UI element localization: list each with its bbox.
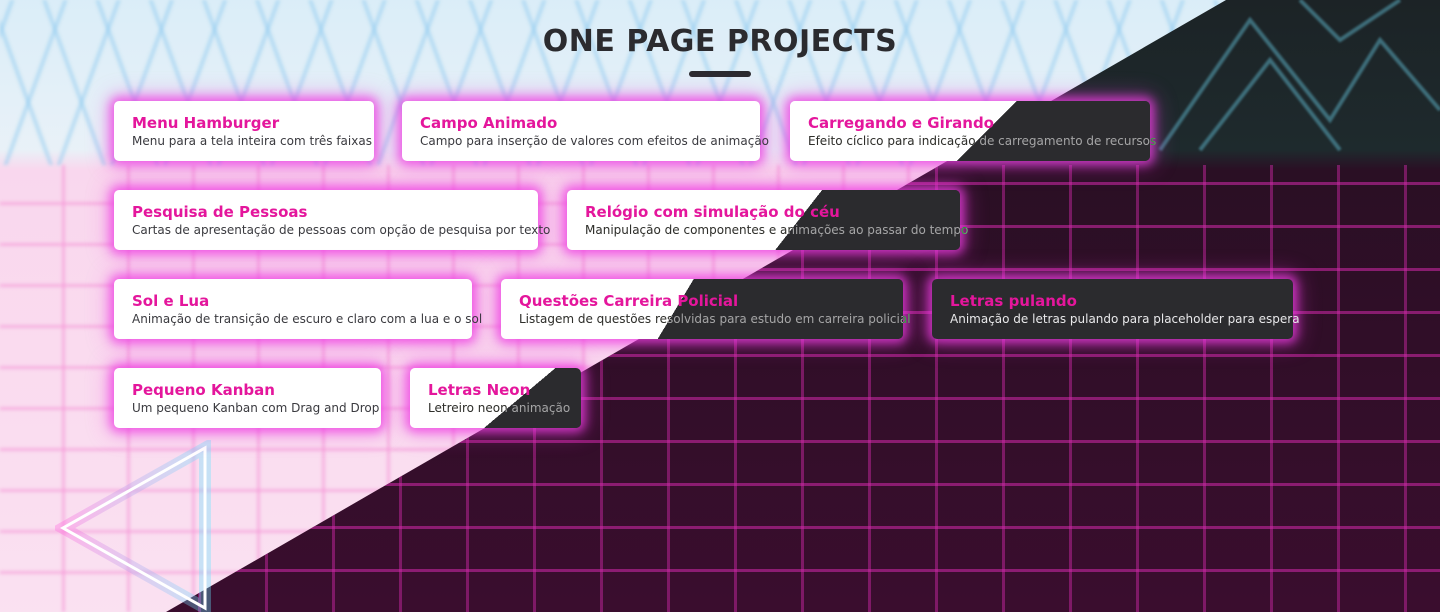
project-card-description: Letreiro neon animação (428, 401, 571, 415)
page-header: ONE PAGE PROJECTS (0, 24, 1440, 77)
project-card-carregando-e-girando[interactable]: Carregando e Girando Efeito cíclico para… (790, 101, 1157, 161)
project-card-title: Letras pulando (950, 292, 1077, 310)
project-card-title: Questões Carreira Policial (519, 292, 739, 310)
project-card-description: Menu para a tela inteira com três faixas (132, 134, 372, 148)
project-card-letras-pulando[interactable]: Letras pulando Animação de letras puland… (932, 279, 1300, 339)
project-card-relogio-simulacao-ceu[interactable]: Relógio com simulação do céu Manipulação… (567, 190, 969, 250)
project-card-description: Animação de letras pulando para placehol… (950, 312, 1300, 326)
page-title: ONE PAGE PROJECTS (542, 24, 898, 59)
project-card-description: Campo para inserção de valores com efeit… (420, 134, 770, 148)
project-card-title: Pesquisa de Pessoas (132, 203, 308, 221)
project-card-campo-animado[interactable]: Campo Animado Campo para inserção de val… (402, 101, 770, 161)
title-underline (689, 71, 751, 77)
project-card-description: Cartas de apresentação de pessoas com op… (132, 223, 551, 237)
project-card-title: Carregando e Girando (808, 114, 994, 132)
project-card-description: Um pequeno Kanban com Drag and Drop (132, 401, 380, 415)
project-card-title: Pequeno Kanban (132, 381, 275, 399)
project-card-title: Letras Neon (428, 381, 531, 399)
project-card-title: Menu Hamburger (132, 114, 280, 132)
project-card-pequeno-kanban[interactable]: Pequeno Kanban Um pequeno Kanban com Dra… (114, 368, 381, 428)
project-card-letras-neon[interactable]: Letras Neon Letreiro neon animação (410, 368, 581, 428)
project-card-title: Sol e Lua (132, 292, 210, 310)
project-card-sol-e-lua[interactable]: Sol e Lua Animação de transição de escur… (114, 279, 483, 339)
project-card-description: Animação de transição de escuro e claro … (132, 312, 483, 326)
project-card-title: Relógio com simulação do céu (585, 203, 840, 221)
project-card-description: Listagem de questões resolvidas para est… (519, 312, 911, 326)
project-card-menu-hamburger[interactable]: Menu Hamburger Menu para a tela inteira … (114, 101, 374, 161)
project-card-title: Campo Animado (420, 114, 558, 132)
project-card-description: Manipulação de componentes e animações a… (585, 223, 969, 237)
project-card-questoes-carreira-policial[interactable]: Questões Carreira Policial Listagem de q… (501, 279, 911, 339)
project-card-description: Efeito cíclico para indicação de carrega… (808, 134, 1157, 148)
neon-triangle-graphic (55, 440, 211, 612)
project-card-pesquisa-de-pessoas[interactable]: Pesquisa de Pessoas Cartas de apresentaç… (114, 190, 551, 250)
